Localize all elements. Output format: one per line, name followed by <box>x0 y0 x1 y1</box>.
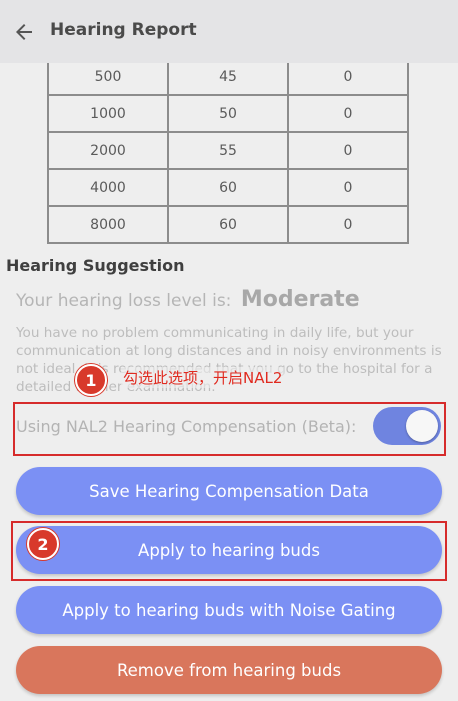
table-row: 2000 55 0 <box>47 131 409 170</box>
table-cell: 8000 <box>47 205 169 244</box>
back-button[interactable] <box>10 18 38 46</box>
hearing-level-value: Moderate <box>240 287 360 312</box>
table-cell: 0 <box>287 94 409 133</box>
table-cell: 0 <box>287 131 409 170</box>
table-cell: 45 <box>167 63 289 96</box>
nal2-label: Using NAL2 Hearing Compensation (Beta): <box>16 417 357 436</box>
toggle-knob <box>406 410 438 442</box>
table-cell: 55 <box>167 131 289 170</box>
nal2-toggle[interactable] <box>373 407 441 445</box>
table-cell: 4000 <box>47 168 169 207</box>
table-cell: 0 <box>287 205 409 244</box>
table-cell: 1000 <box>47 94 169 133</box>
hearing-level-line: Your hearing loss level is: Moderate <box>16 287 360 312</box>
table-row: 1000 50 0 <box>47 94 409 133</box>
table-row: 500 45 0 <box>47 63 409 96</box>
step-1-instruction: 勾选此选项，开启NAL2 <box>121 367 285 388</box>
table-cell: 60 <box>167 168 289 207</box>
hearing-suggestion-title: Hearing Suggestion <box>6 256 185 275</box>
page-title: Hearing Report <box>50 20 197 40</box>
app-bar: Hearing Report <box>0 0 458 63</box>
report-content: 500 45 0 1000 50 0 2000 55 0 4000 60 0 8… <box>0 63 458 701</box>
table-cell: 500 <box>47 63 169 96</box>
remove-from-buds-button[interactable]: Remove from hearing buds <box>16 646 442 694</box>
apply-noise-gating-button[interactable]: Apply to hearing buds with Noise Gating <box>16 586 442 634</box>
table-row: 8000 60 0 <box>47 205 409 244</box>
table-cell: 60 <box>167 205 289 244</box>
table-row: 4000 60 0 <box>47 168 409 207</box>
table-cell: 0 <box>287 168 409 207</box>
hearing-level-prefix: Your hearing loss level is: <box>16 291 232 311</box>
table-cell: 2000 <box>47 131 169 170</box>
table-cell: 50 <box>167 94 289 133</box>
step-1-badge: 1 <box>75 364 107 396</box>
arrow-left-icon <box>16 24 32 40</box>
apply-to-buds-button[interactable]: Apply to hearing buds <box>16 526 442 574</box>
save-compensation-button[interactable]: Save Hearing Compensation Data <box>16 467 442 515</box>
step-2-badge: 2 <box>27 528 59 560</box>
hearing-table: 500 45 0 1000 50 0 2000 55 0 4000 60 0 8… <box>47 63 409 244</box>
table-cell: 0 <box>287 63 409 96</box>
